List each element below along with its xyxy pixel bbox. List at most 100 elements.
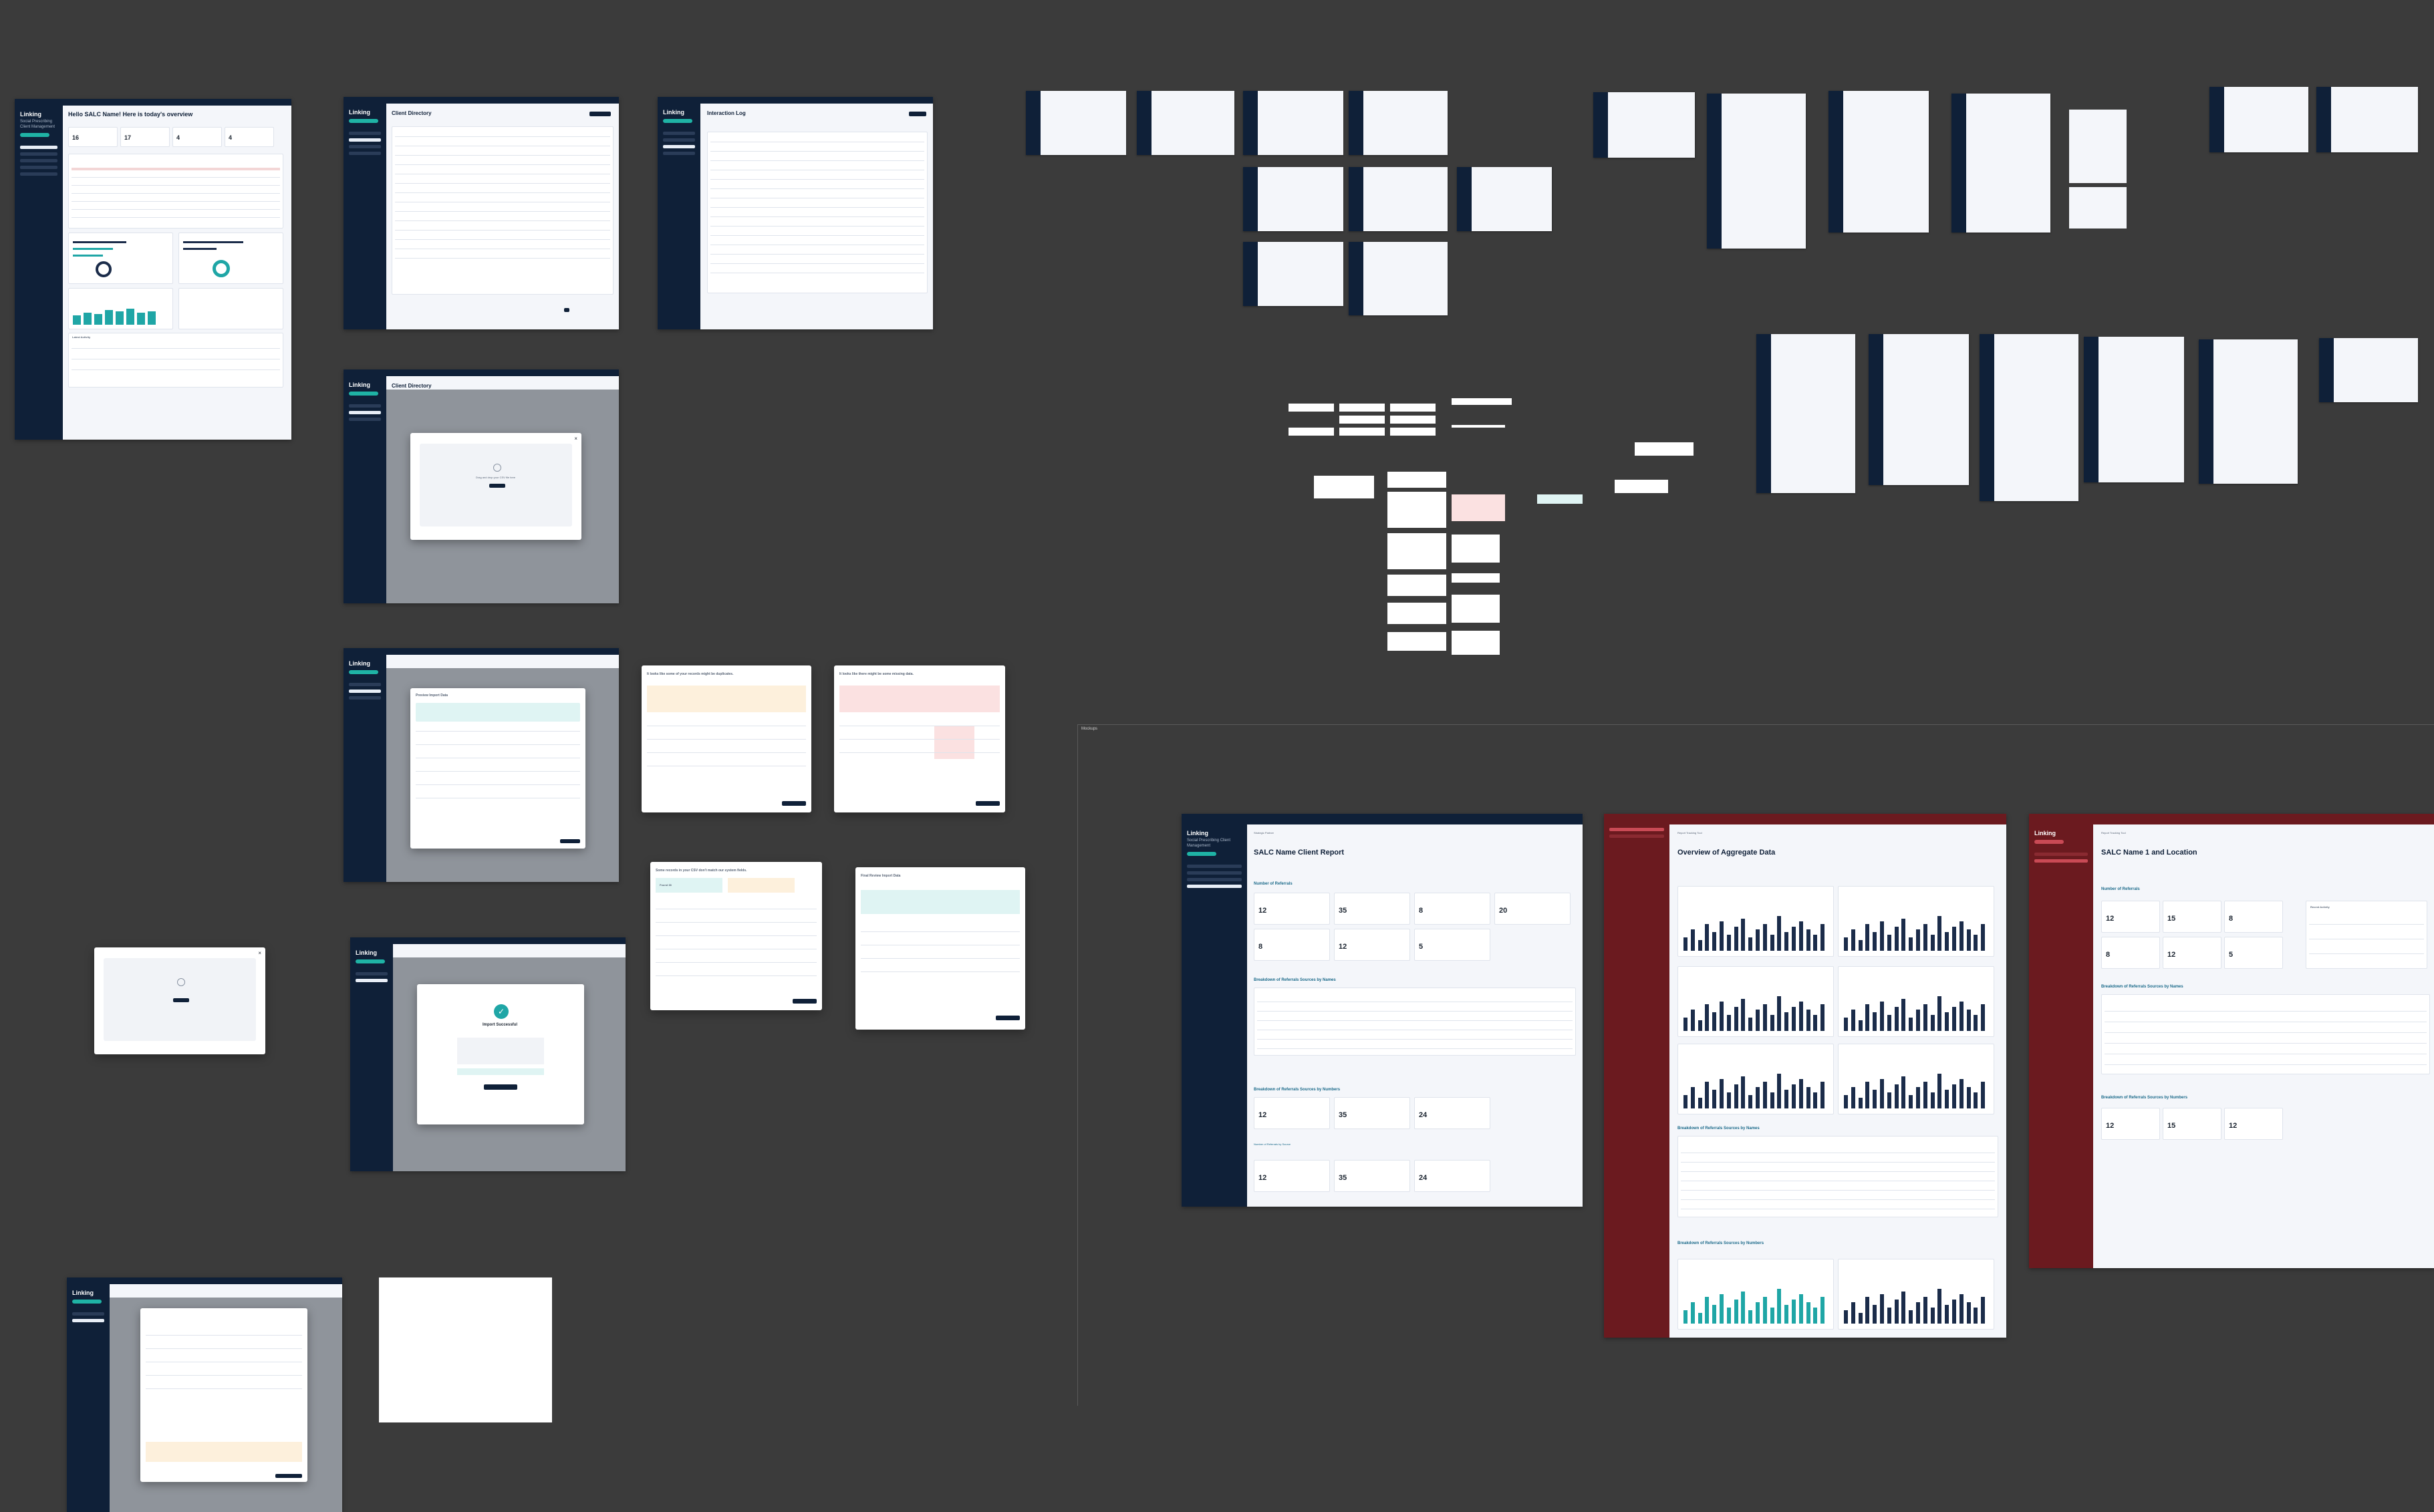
return-button[interactable]: [484, 1084, 517, 1090]
chart-bar: [1923, 924, 1927, 951]
chart-bar: [1792, 1084, 1796, 1108]
chart-bar: [1698, 1098, 1702, 1108]
preview-modal-warning: [140, 1308, 307, 1482]
upload-data-button[interactable]: [589, 112, 611, 116]
stat-card: 12: [2163, 937, 2221, 969]
chart-bar: [1959, 921, 1964, 951]
field-mismatch-modal: Some records in your CSV don't match our…: [650, 862, 822, 1010]
chart-bar: [1952, 1007, 1956, 1031]
section-title: Breakdown of Referrals Sources by Names: [1254, 978, 1336, 982]
chart-bar: [1741, 1076, 1746, 1108]
chart-bar: [1777, 1289, 1782, 1324]
recent-title: Recent Activity: [2310, 905, 2330, 909]
activity-card: Latest Activity: [68, 333, 283, 388]
chart-bar: [1930, 935, 1935, 951]
continue-button[interactable]: [976, 801, 1000, 806]
chart-bar: [1851, 1302, 1855, 1324]
chart-bar: [1858, 1313, 1863, 1324]
chart-bar: [1974, 935, 1978, 951]
page-title: Client Directory: [392, 383, 432, 389]
browse-files-button[interactable]: [489, 484, 505, 488]
chart-bar: [1945, 932, 1949, 951]
add-interaction-button[interactable]: [909, 112, 926, 116]
bar-chart-card: [1838, 886, 1994, 957]
chart-bar: [1901, 999, 1906, 1031]
close-icon[interactable]: ×: [258, 950, 261, 956]
chart-bar: [1705, 924, 1710, 951]
stat-card: 12: [1254, 1097, 1330, 1129]
preview-title: Preview Import Data: [416, 694, 448, 698]
warning-title: Final Review Import Data: [861, 874, 901, 878]
continue-button[interactable]: [996, 1016, 1020, 1020]
stat-card: 35: [1334, 1160, 1410, 1192]
chart-bar: [1726, 1015, 1731, 1031]
chart-bar: [1858, 1098, 1863, 1108]
chart-bar: [1974, 1092, 1978, 1108]
chart-bar: [1683, 1310, 1687, 1324]
chart-bar: [1916, 929, 1920, 951]
section-title: Breakdown of Referrals Sources by Number…: [1677, 1241, 1764, 1245]
continue-button[interactable]: [782, 801, 806, 806]
stat-card: 17: [120, 127, 170, 147]
chart-bar: [1887, 1308, 1891, 1324]
chart-bar: [1813, 935, 1818, 951]
continue-button[interactable]: [793, 999, 817, 1004]
stat-card: 12: [1334, 929, 1410, 961]
chart-bar: [1734, 1300, 1738, 1324]
stat-value: 20: [1499, 907, 1508, 915]
chart-bar: [1844, 1310, 1848, 1324]
role-badge: [20, 133, 49, 137]
interaction-table: [707, 132, 928, 293]
sidebar-item-interactions[interactable]: [20, 159, 57, 162]
stat-value: 4: [176, 134, 180, 141]
chart-bar: [1981, 1297, 1986, 1324]
stat-value: 8: [1258, 943, 1263, 951]
chart-bar: [1683, 1018, 1687, 1031]
chart-bar: [1945, 1012, 1949, 1031]
upload-icon: [177, 978, 185, 986]
chart-bar: [1851, 1010, 1855, 1031]
sidebar-item-clients[interactable]: [20, 152, 57, 156]
chart-bar: [1937, 1289, 1942, 1324]
chart-bar: [1901, 919, 1906, 951]
stat-value: 35: [1339, 1174, 1347, 1182]
chart-bar: [1820, 1297, 1825, 1324]
chart-bar: [1916, 1087, 1920, 1108]
warning-title: Some records in your CSV don't match our…: [656, 869, 747, 873]
chart-bar: [1798, 1079, 1803, 1108]
missing-data-warning-modal: It looks like there might be some missin…: [834, 665, 1005, 812]
stat-value: 12: [2229, 1122, 2238, 1130]
chart-bar: [1806, 929, 1810, 951]
bar-chart-card: [1838, 1259, 1994, 1330]
browse-files-button[interactable]: [173, 998, 189, 1002]
chart-bar: [1858, 1020, 1863, 1031]
stat-card: 4: [172, 127, 222, 147]
chart-bar: [1844, 1018, 1848, 1031]
chart-bar: [1887, 935, 1891, 951]
aggregate-report-frame: Report Tracking Tool Overview of Aggrega…: [1604, 814, 2006, 1338]
continue-button[interactable]: [560, 839, 580, 843]
sidebar-item-dashboard[interactable]: [20, 146, 57, 149]
bar-chart-card: [1838, 1044, 1994, 1114]
stat-value: 4: [229, 134, 233, 141]
close-icon[interactable]: ×: [574, 436, 577, 442]
continue-button[interactable]: [275, 1474, 302, 1478]
recent-activity-card: Recent Activity: [2306, 901, 2427, 969]
stat-card: 35: [1334, 893, 1410, 925]
drop-text: Drag and drop your CSV file here: [476, 476, 516, 479]
stat-value: 12: [2167, 951, 2176, 959]
chart-bar: [1901, 1076, 1906, 1108]
chart-bar: [1974, 1015, 1978, 1031]
pagination[interactable]: [564, 308, 569, 312]
chart-bar: [1966, 1302, 1971, 1324]
top-bar: [15, 99, 291, 106]
sidebar-item-reports[interactable]: [20, 166, 57, 169]
stat-value: 15: [2167, 915, 2176, 923]
status-card: [178, 288, 283, 329]
names-table: [1254, 988, 1576, 1056]
sidebar-item-settings[interactable]: [20, 172, 57, 176]
stat-value: 12: [2106, 915, 2115, 923]
final-review-modal: Final Review Import Data: [855, 867, 1025, 1030]
interaction-log-frame: Linking Interaction Log: [658, 97, 933, 329]
chart-bar: [1923, 1297, 1927, 1324]
